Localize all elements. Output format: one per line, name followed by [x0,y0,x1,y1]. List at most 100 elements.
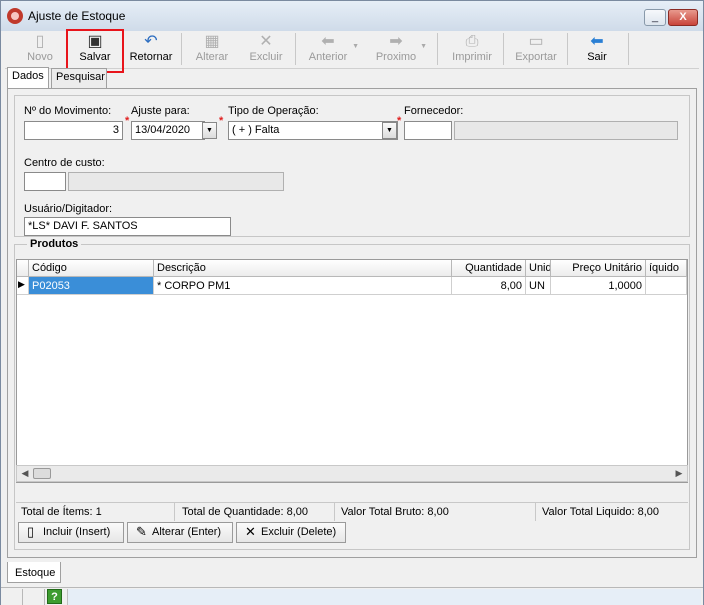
col-descricao-header[interactable]: Descrição [154,260,452,277]
salvar-highlight-box [66,29,124,73]
table-row-descricao[interactable]: * CORPO PM1 [154,277,452,295]
produtos-title: Produtos [27,238,82,250]
toolbar-separator [181,33,182,65]
edit-icon: ▦ [204,33,220,50]
toolbar-separator [567,33,568,65]
total-liquido: Valor Total Liquido: 8,00 [542,506,660,518]
close-button[interactable]: X [668,9,698,26]
produtos-frame: Produtos Código Descrição Quantidade Uni… [14,238,690,550]
toolbar-separator [503,33,504,65]
printer-icon: ⎙ [465,33,479,50]
totals-separator [334,503,335,521]
app-window: Ajuste de Estoque _ X ▯ Novo ▣ Salvar ↶ … [0,0,704,605]
dropdown-arrow-icon: ▼ [420,43,427,50]
grid-indicator-header [17,260,29,277]
row-pointer-icon: ▶ [17,277,29,295]
table-row-liquido[interactable] [646,277,687,295]
col-unidade-header[interactable]: Unid [526,260,551,277]
fornecedor-name-field [454,121,678,140]
col-liquido-header[interactable]: íquido [646,260,687,277]
operacao-label: Tipo de Operação: [228,105,319,117]
total-itens: Total de Ítems: 1 [21,506,102,518]
exportar-button[interactable]: ▭ Exportar [507,31,565,67]
fornecedor-label: Fornecedor: [404,105,464,117]
alterar-item-button[interactable]: ✎ Alterar (Enter) [127,522,233,543]
movimento-label: Nº do Movimento: [24,105,112,117]
delete-x-icon: ✕ [259,33,273,50]
imprimir-button[interactable]: ⎙ Imprimir [443,31,501,67]
excluir-label: Excluir (Delete) [261,526,337,538]
app-logo-icon [7,8,23,24]
new-item-icon: ▯ [27,524,35,539]
toolbar-separator [437,33,438,65]
anterior-button[interactable]: ⬅ Anterior ▼ [299,31,359,67]
scroll-right-icon[interactable]: ▶ [671,466,687,481]
novo-button[interactable]: ▯ Novo [13,31,67,67]
movimento-input[interactable]: 3 [24,121,123,140]
alterar-button[interactable]: ▦ Alterar [185,31,239,67]
new-document-icon: ▯ [35,33,45,50]
usuario-label: Usuário/Digitador: [24,203,113,215]
status-message-area [67,589,701,605]
toolbar-separator [295,33,296,65]
centro-label: Centro de custo: [24,157,105,169]
centro-name-field [68,172,284,191]
dropdown-arrow-icon: ▼ [352,43,359,50]
total-quantidade: Total de Quantidade: 8,00 [182,506,308,518]
toolbar-separator [628,33,629,65]
status-cell [1,589,23,605]
folder-export-icon: ▭ [528,33,544,50]
retornar-button[interactable]: ↶ Retornar [124,31,178,67]
col-codigo-header[interactable]: Código [29,260,154,277]
dados-panel: Nº do Movimento: 3 * Ajuste para: 13/04/… [7,88,697,558]
ajuste-label: Ajuste para: [131,105,190,117]
table-row-preco[interactable]: 1,0000 [551,277,646,295]
grid-actions: ▯ Incluir (Insert) ✎ Alterar (Enter) ✕ E… [16,522,688,544]
col-preco-header[interactable]: Preço Unitário [551,260,646,277]
table-row-unidade[interactable]: UN [526,277,551,295]
alterar-label: Alterar (Enter) [152,526,222,538]
totals-separator [535,503,536,521]
excluir-button[interactable]: ✕ Excluir [239,31,293,67]
tab-estoque[interactable]: Estoque [7,562,61,583]
produtos-grid[interactable]: Código Descrição Quantidade Unid Preço U… [16,259,688,483]
edit-pencil-icon: ✎ [136,524,147,539]
centro-code-input[interactable] [24,172,66,191]
total-bruto: Valor Total Bruto: 8,00 [341,506,449,518]
usuario-input[interactable]: *LS* DAVI F. SANTOS [24,217,231,236]
table-row-codigo[interactable]: P02053 [29,277,154,295]
scroll-left-icon[interactable]: ◀ [17,466,33,481]
incluir-button[interactable]: ▯ Incluir (Insert) [18,522,124,543]
tab-dados[interactable]: Dados [7,67,49,88]
sair-button[interactable]: ⬅ Sair [569,31,625,67]
col-quantidade-header[interactable]: Quantidade [452,260,526,277]
fornecedor-code-input[interactable] [404,121,452,140]
header-group: Nº do Movimento: 3 * Ajuste para: 13/04/… [14,95,690,237]
required-marker: * [397,115,402,127]
operacao-select[interactable]: ( + ) Falta [228,121,398,140]
exit-arrow-icon: ⬅ [590,33,604,50]
required-marker: * [219,115,224,127]
horizontal-scrollbar[interactable]: ◀ ▶ [16,465,688,482]
excluir-item-button[interactable]: ✕ Excluir (Delete) [236,522,346,543]
status-bar: ? [1,587,703,605]
help-icon[interactable]: ? [47,589,62,604]
totals-separator [174,503,175,521]
scroll-thumb[interactable] [33,468,51,479]
date-dropdown-icon[interactable]: ▼ [202,122,217,139]
delete-x-icon: ✕ [245,524,256,539]
minimize-button[interactable]: _ [644,9,666,26]
ajuste-date-input[interactable]: 13/04/2020 [131,121,205,140]
required-marker: * [125,115,130,127]
totals-bar: Total de Ítems: 1 Total de Quantidade: 8… [16,502,688,521]
title-bar: Ajuste de Estoque _ X [1,1,703,31]
undo-icon: ↶ [144,33,158,50]
proximo-button[interactable]: ➡ Proximo ▼ [367,31,427,67]
status-cell [23,589,45,605]
table-row-quantidade[interactable]: 8,00 [452,277,526,295]
window-title: Ajuste de Estoque [28,9,126,23]
tab-pesquisar[interactable]: Pesquisar [51,68,107,88]
incluir-label: Incluir (Insert) [43,526,111,538]
operacao-dropdown-icon[interactable]: ▼ [382,122,397,139]
arrow-left-icon: ⬅ [321,33,335,50]
